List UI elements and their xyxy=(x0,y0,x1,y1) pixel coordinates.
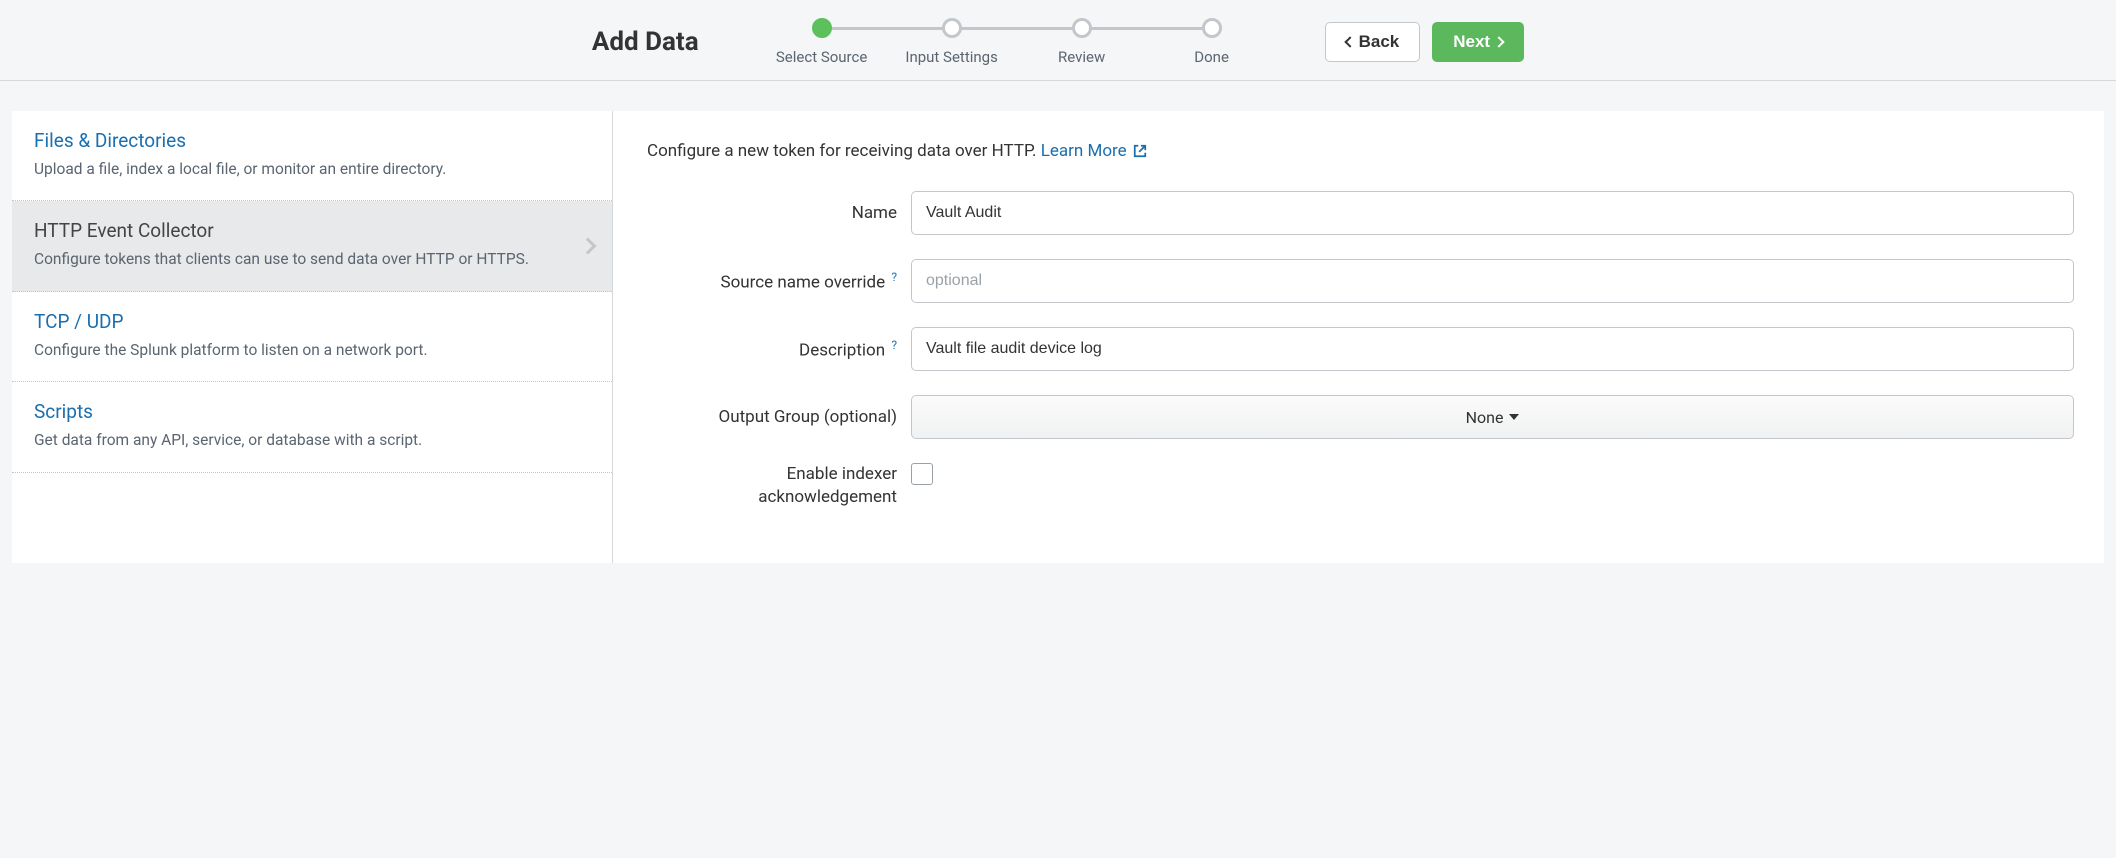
external-link-icon xyxy=(1133,144,1147,158)
next-button[interactable]: Next xyxy=(1432,22,1524,62)
help-icon[interactable]: ? xyxy=(891,270,897,284)
learn-more-link[interactable]: Learn More xyxy=(1041,141,1147,161)
step-dot-icon xyxy=(812,18,832,38)
back-button-label: Back xyxy=(1359,32,1400,52)
page-title: Add Data xyxy=(592,27,699,57)
sidebar-item-tcp-udp[interactable]: TCP / UDP Configure the Splunk platform … xyxy=(12,292,612,382)
form-row-output-group: Output Group (optional) None xyxy=(647,395,2074,439)
step-label: Done xyxy=(1194,48,1229,66)
chevron-right-icon xyxy=(1493,36,1504,47)
step-connector xyxy=(822,27,952,30)
source-sidebar: Files & Directories Upload a file, index… xyxy=(12,111,612,563)
source-override-label: Source name override ? xyxy=(647,270,897,293)
indexer-ack-checkbox[interactable] xyxy=(911,463,933,485)
header-bar: Add Data Select Source Input Settings Re… xyxy=(0,0,2116,81)
stepper: Select Source Input Settings Review Done xyxy=(757,18,1277,66)
source-override-label-text: Source name override xyxy=(720,272,885,292)
step-connector xyxy=(952,27,1082,30)
sidebar-item-title: HTTP Event Collector xyxy=(34,219,590,242)
help-icon[interactable]: ? xyxy=(891,338,897,352)
chevron-left-icon xyxy=(1344,36,1355,47)
step-dot-icon xyxy=(1202,18,1222,38)
source-override-input[interactable] xyxy=(911,259,2074,303)
sidebar-item-title: Files & Directories xyxy=(34,129,590,152)
output-group-label: Output Group (optional) xyxy=(647,407,897,427)
sidebar-item-scripts[interactable]: Scripts Get data from any API, service, … xyxy=(12,382,612,472)
form-row-description: Description ? xyxy=(647,327,2074,371)
intro-text-row: Configure a new token for receiving data… xyxy=(647,141,2074,161)
learn-more-label: Learn More xyxy=(1041,141,1127,161)
step-done[interactable]: Done xyxy=(1147,18,1277,66)
step-connector xyxy=(1082,27,1212,30)
sidebar-item-desc: Configure the Splunk platform to listen … xyxy=(34,339,590,361)
form-row-source-override: Source name override ? xyxy=(647,259,2074,303)
header-buttons: Back Next xyxy=(1325,22,1525,62)
step-label: Review xyxy=(1058,48,1105,66)
indexer-ack-label: Enable indexer acknowledgement xyxy=(647,463,897,509)
sidebar-item-desc: Get data from any API, service, or datab… xyxy=(34,429,590,451)
back-button[interactable]: Back xyxy=(1325,22,1421,62)
step-dot-icon xyxy=(1072,18,1092,38)
main-panel: Configure a new token for receiving data… xyxy=(612,111,2104,563)
step-select-source[interactable]: Select Source xyxy=(757,18,887,66)
content-area: Files & Directories Upload a file, index… xyxy=(0,81,2116,563)
sidebar-item-http-event-collector[interactable]: HTTP Event Collector Configure tokens th… xyxy=(12,201,612,291)
sidebar-item-desc: Upload a file, index a local file, or mo… xyxy=(34,158,590,180)
step-dot-icon xyxy=(942,18,962,38)
sidebar-item-files-directories[interactable]: Files & Directories Upload a file, index… xyxy=(12,111,612,201)
description-input[interactable] xyxy=(911,327,2074,371)
description-label: Description ? xyxy=(647,338,897,361)
sidebar-item-title: Scripts xyxy=(34,400,590,423)
sidebar-item-title: TCP / UDP xyxy=(34,310,590,333)
sidebar-item-desc: Configure tokens that clients can use to… xyxy=(34,248,590,270)
output-group-value: None xyxy=(1466,408,1504,427)
description-label-text: Description xyxy=(799,340,885,360)
next-button-label: Next xyxy=(1453,32,1490,52)
step-label: Select Source xyxy=(776,48,867,66)
step-label: Input Settings xyxy=(905,48,997,66)
form-row-indexer-ack: Enable indexer acknowledgement xyxy=(647,463,2074,509)
step-input-settings[interactable]: Input Settings xyxy=(887,18,1017,66)
name-label: Name xyxy=(647,203,897,223)
output-group-select[interactable]: None xyxy=(911,395,2074,439)
form-row-name: Name xyxy=(647,191,2074,235)
step-review[interactable]: Review xyxy=(1017,18,1147,66)
intro-text: Configure a new token for receiving data… xyxy=(647,141,1041,161)
caret-down-icon xyxy=(1509,414,1519,420)
name-input[interactable] xyxy=(911,191,2074,235)
